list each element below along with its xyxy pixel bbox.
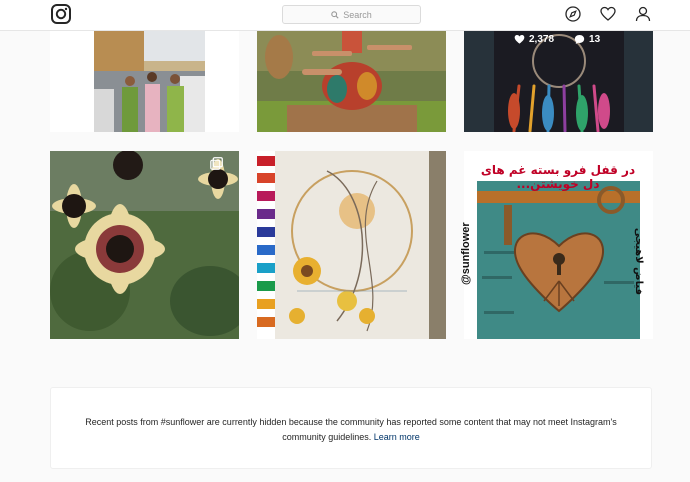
post-tile[interactable] (257, 151, 446, 339)
heart-icon[interactable] (600, 6, 616, 22)
post-image (257, 31, 446, 132)
post-tile[interactable] (257, 31, 446, 132)
heart-filled-icon (514, 34, 525, 44)
post-caption-text: در قفل فرو بسته غم های دل خویشتن... (480, 163, 636, 191)
post-image (464, 31, 653, 132)
comment-bubble-icon (574, 34, 585, 44)
instagram-logo-icon[interactable] (51, 4, 71, 24)
comments-count: 13 (589, 33, 601, 45)
post-tile[interactable] (464, 31, 653, 132)
notice-text-line2: community guidelines. Learn more (51, 430, 651, 445)
hashtag-label: @sunflower (460, 222, 472, 285)
hidden-posts-notice: Recent posts from #sunflower are current… (50, 387, 652, 469)
likes-count: 2,378 (529, 33, 555, 45)
notice-text-line2-part: community guidelines. (282, 432, 372, 442)
post-image (94, 31, 205, 132)
post-tile[interactable] (50, 31, 239, 132)
notice-text-line1: Recent posts from #sunflower are current… (85, 417, 617, 427)
post-stats: 2,378 13 (514, 33, 600, 45)
search-icon (331, 10, 339, 19)
post-image (257, 151, 446, 339)
author-text: فیاض لاهیجی (633, 227, 644, 295)
post-image (50, 151, 239, 339)
user-icon[interactable] (635, 6, 651, 22)
top-nav-bar: Search (0, 0, 690, 31)
post-tile[interactable] (50, 151, 239, 339)
search-input[interactable]: Search (282, 5, 421, 24)
multiple-photos-icon (210, 157, 223, 170)
learn-more-link[interactable]: Learn more (374, 432, 420, 442)
compass-icon[interactable] (565, 6, 581, 22)
search-placeholder: Search (343, 9, 372, 20)
